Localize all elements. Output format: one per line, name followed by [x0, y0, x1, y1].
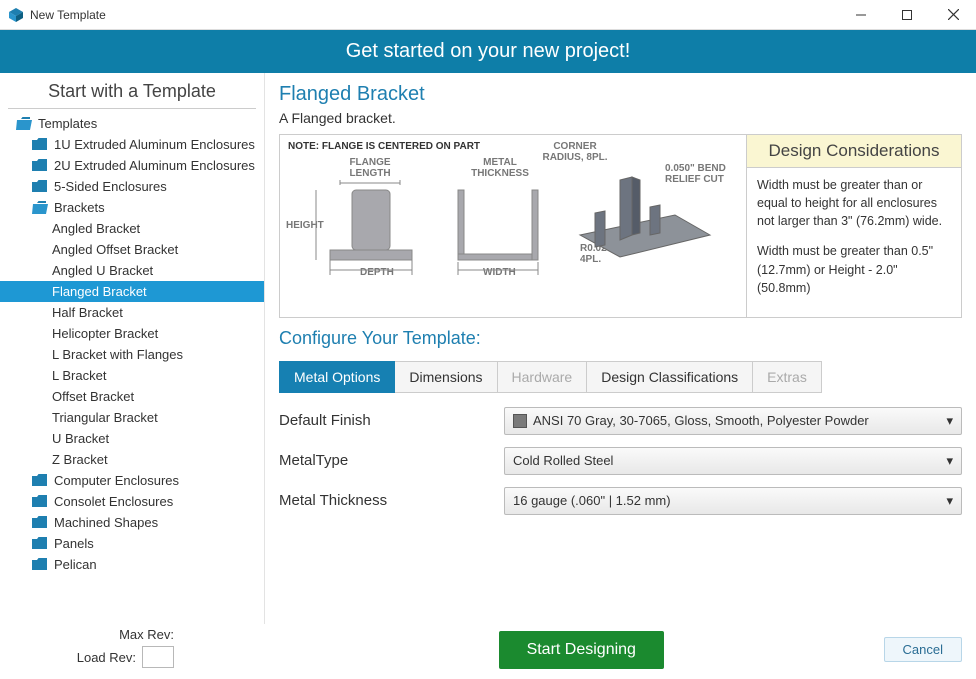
- tree-folder[interactable]: Machined Shapes: [0, 512, 264, 533]
- titlebar: New Template: [0, 0, 976, 30]
- app-icon: [8, 7, 24, 23]
- part-desc: A Flanged bracket.: [279, 110, 962, 126]
- chevron-down-icon: ▾: [946, 493, 953, 509]
- tree-folder[interactable]: Consolet Enclosures: [0, 491, 264, 512]
- type-value: Cold Rolled Steel: [513, 453, 613, 468]
- tree-item-bracket[interactable]: Z Bracket: [0, 449, 264, 470]
- tab-extras: Extras: [753, 361, 822, 393]
- diagram-row: NOTE: FLANGE IS CENTERED ON PART FLANGE …: [279, 134, 962, 318]
- close-button[interactable]: [930, 0, 976, 30]
- tree-item-bracket[interactable]: Triangular Bracket: [0, 407, 264, 428]
- load-rev-label: Load Rev:: [77, 650, 136, 665]
- tree-item-bracket[interactable]: Helicopter Bracket: [0, 323, 264, 344]
- dc-p2: Width must be greater than 0.5" (12.7mm)…: [757, 242, 951, 296]
- footer: Max Rev: Load Rev: Start Designing Cance…: [0, 624, 976, 679]
- max-rev-label: Max Rev:: [119, 627, 174, 642]
- chevron-down-icon: ▾: [946, 413, 953, 429]
- part-title: Flanged Bracket: [279, 83, 962, 106]
- banner: Get started on your new project!: [0, 30, 976, 73]
- content-area: Flanged Bracket A Flanged bracket. NOTE:…: [265, 73, 976, 624]
- tree-folder-brackets[interactable]: Brackets: [0, 197, 264, 218]
- tree-root[interactable]: Templates: [0, 113, 264, 134]
- tree-item-bracket[interactable]: Half Bracket: [0, 302, 264, 323]
- type-label: MetalType: [279, 452, 504, 469]
- tree-folder[interactable]: 1U Extruded Aluminum Enclosures: [0, 134, 264, 155]
- tree-folder[interactable]: Computer Enclosures: [0, 470, 264, 491]
- tree-folder[interactable]: Pelican: [0, 554, 264, 575]
- sidebar: Start with a Template Templates1U Extrud…: [0, 73, 265, 624]
- thickness-label: Metal Thickness: [279, 492, 504, 509]
- config-tabs: Metal OptionsDimensionsHardwareDesign Cl…: [279, 361, 962, 393]
- minimize-button[interactable]: [838, 0, 884, 30]
- type-select[interactable]: Cold Rolled Steel ▾: [504, 447, 962, 475]
- finish-value: ANSI 70 Gray, 30-7065, Gloss, Smooth, Po…: [533, 413, 869, 428]
- tree-item-bracket[interactable]: Offset Bracket: [0, 386, 264, 407]
- cancel-button[interactable]: Cancel: [884, 637, 962, 662]
- tree-item-bracket[interactable]: L Bracket with Flanges: [0, 344, 264, 365]
- finish-label: Default Finish: [279, 412, 504, 429]
- part-diagram: NOTE: FLANGE IS CENTERED ON PART FLANGE …: [280, 135, 746, 285]
- thickness-select[interactable]: 16 gauge (.060" | 1.52 mm) ▾: [504, 487, 962, 515]
- configure-title: Configure Your Template:: [279, 328, 962, 349]
- tree-item-bracket[interactable]: Flanged Bracket: [0, 281, 264, 302]
- design-considerations-panel: Design Considerations Width must be grea…: [746, 135, 961, 317]
- window-title: New Template: [30, 8, 838, 22]
- tree-item-bracket[interactable]: L Bracket: [0, 365, 264, 386]
- finish-swatch-icon: [513, 414, 527, 428]
- tab-dimensions[interactable]: Dimensions: [395, 361, 497, 393]
- tree-item-bracket[interactable]: U Bracket: [0, 428, 264, 449]
- tree-folder[interactable]: 5-Sided Enclosures: [0, 176, 264, 197]
- tree-item-bracket[interactable]: Angled U Bracket: [0, 260, 264, 281]
- tree-item-bracket[interactable]: Angled Bracket: [0, 218, 264, 239]
- dc-p1: Width must be greater than or equal to h…: [757, 176, 951, 230]
- tab-hardware: Hardware: [498, 361, 588, 393]
- tab-design classifications[interactable]: Design Classifications: [587, 361, 753, 393]
- tree-folder[interactable]: 2U Extruded Aluminum Enclosures: [0, 155, 264, 176]
- chevron-down-icon: ▾: [946, 453, 953, 469]
- load-rev-input[interactable]: [142, 646, 174, 668]
- maximize-button[interactable]: [884, 0, 930, 30]
- thickness-value: 16 gauge (.060" | 1.52 mm): [513, 493, 671, 508]
- diagram-svg: [280, 135, 735, 285]
- finish-select[interactable]: ANSI 70 Gray, 30-7065, Gloss, Smooth, Po…: [504, 407, 962, 435]
- start-designing-button[interactable]: Start Designing: [499, 631, 664, 669]
- design-considerations-title: Design Considerations: [747, 135, 961, 168]
- tree-item-bracket[interactable]: Angled Offset Bracket: [0, 239, 264, 260]
- template-tree[interactable]: Templates1U Extruded Aluminum Enclosures…: [0, 109, 264, 624]
- tab-metal options[interactable]: Metal Options: [279, 361, 395, 393]
- tree-folder[interactable]: Panels: [0, 533, 264, 554]
- sidebar-title: Start with a Template: [8, 73, 256, 109]
